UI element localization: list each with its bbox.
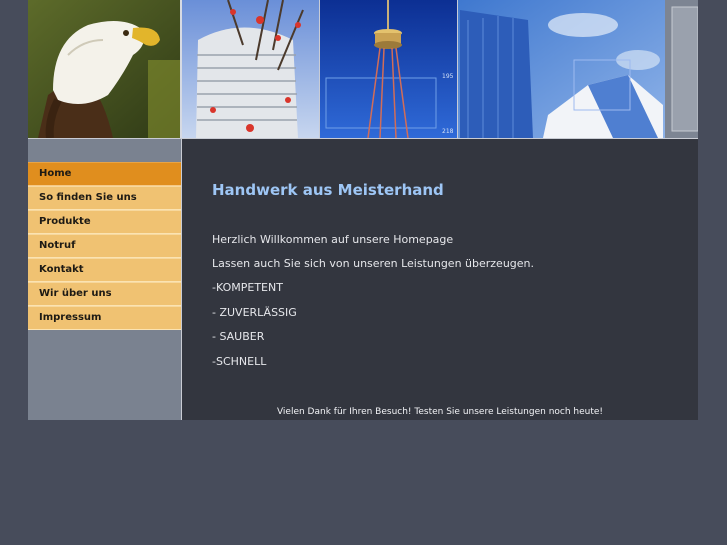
nav-item-notruf[interactable]: Notruf: [28, 234, 181, 258]
nav-item-produkte[interactable]: Produkte: [28, 210, 181, 234]
nav-item-wir-ueber-uns[interactable]: Wir über uns: [28, 282, 181, 306]
sidebar: Home So finden Sie uns Produkte Notruf K…: [28, 139, 182, 420]
intro-text: Lassen auch Sie sich von unseren Leistun…: [212, 257, 535, 270]
building-image: [182, 0, 319, 138]
welcome-text: Herzlich Willkommen auf unsere Homepage: [212, 233, 454, 246]
footer-note: Vielen Dank für Ihren Besuch! Testen Sie…: [276, 407, 604, 417]
feature-zuverlaessig: - ZUVERLÄSSIG: [212, 306, 297, 319]
page-title: Handwerk aus Meisterhand: [212, 181, 444, 199]
header-banner: 195 218: [28, 0, 698, 138]
eagle-image: [28, 0, 180, 138]
banner-collage: 195 218: [28, 0, 698, 138]
banner-label-upper: 195: [442, 73, 454, 80]
tower-image: 195 218: [320, 0, 457, 138]
nav-menu: Home So finden Sie uns Produkte Notruf K…: [28, 162, 181, 330]
skyscraper-image: [458, 0, 665, 138]
nav-item-so-finden-sie-uns[interactable]: So finden Sie uns: [28, 186, 181, 210]
main-content: Handwerk aus Meisterhand Herzlich Willko…: [182, 139, 698, 420]
feature-kompetent: -KOMPETENT: [212, 281, 283, 294]
page-container: 195 218 Home So finden Sie uns Produkte …: [28, 0, 698, 420]
banner-label-lower: 218: [442, 128, 454, 135]
nav-item-impressum[interactable]: Impressum: [28, 306, 181, 330]
nav-item-home[interactable]: Home: [28, 162, 181, 186]
nav-item-kontakt[interactable]: Kontakt: [28, 258, 181, 282]
feature-sauber: - SAUBER: [212, 330, 265, 343]
feature-schnell: -SCHNELL: [212, 355, 267, 368]
